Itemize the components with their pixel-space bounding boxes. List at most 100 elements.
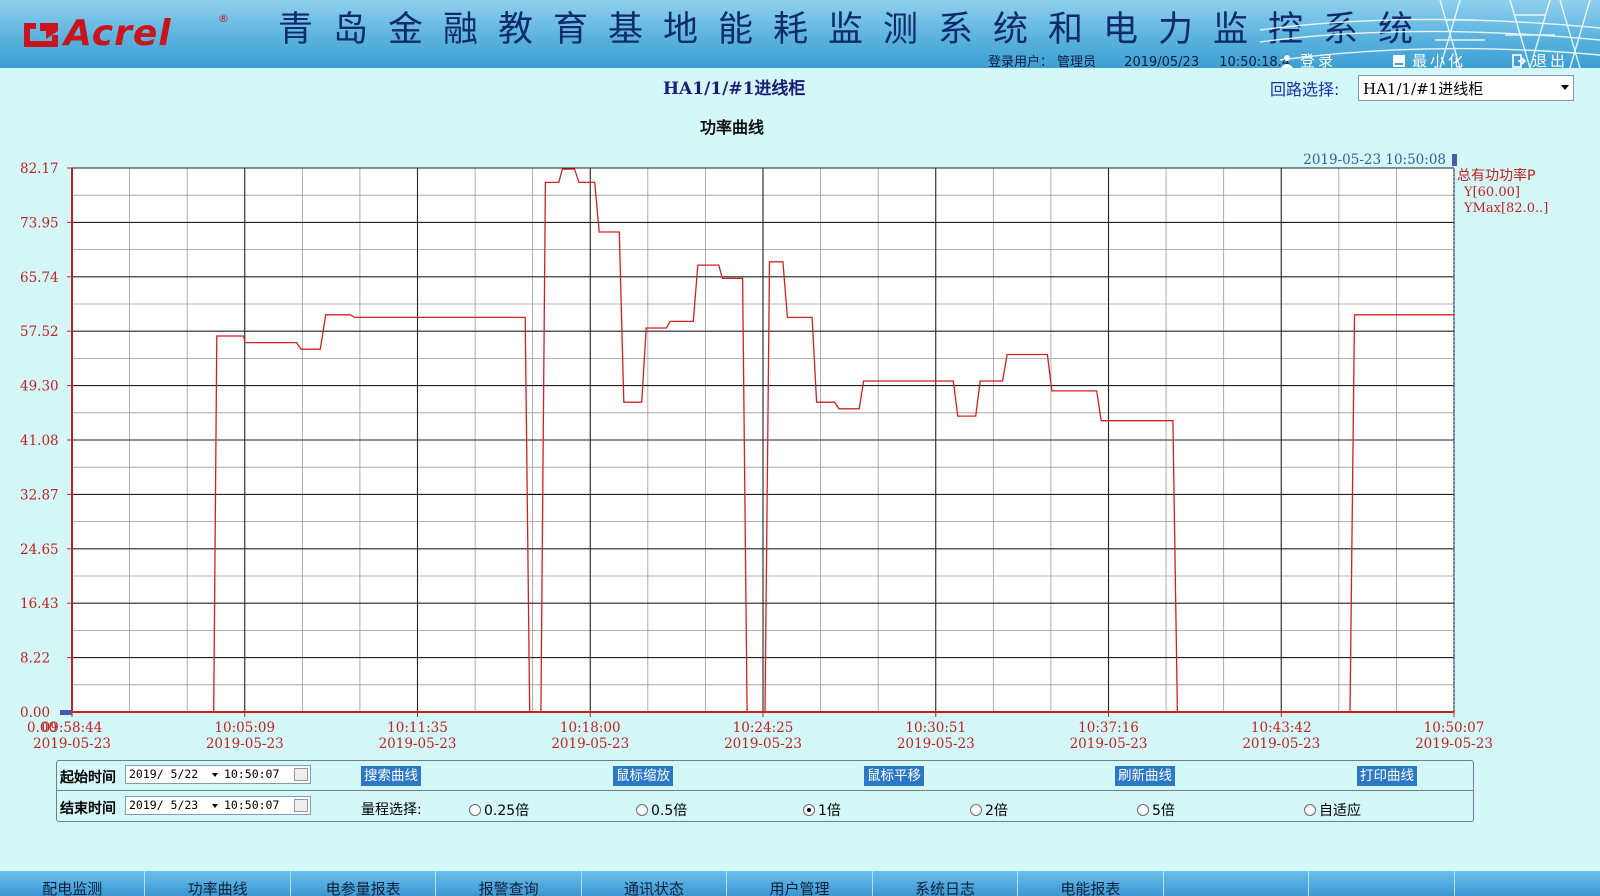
- data-point: [975, 416, 976, 417]
- cursor-handle-icon: [1452, 154, 1457, 166]
- y-tick-label: 32.87: [20, 487, 59, 503]
- end-time-picker[interactable]: 2019/ 5/23 10:50:07: [125, 796, 311, 815]
- data-point: [816, 402, 817, 403]
- data-point: [574, 169, 575, 170]
- minimize-label: 最小化: [1412, 52, 1467, 68]
- registered-mark: ®: [218, 12, 229, 25]
- login-button[interactable]: 登录: [1280, 50, 1336, 68]
- x-tick-date: 2019-05-23: [897, 736, 975, 752]
- minimize-button[interactable]: 最小化: [1392, 50, 1466, 68]
- chevron-down-icon[interactable]: [212, 804, 218, 808]
- data-point: [619, 231, 620, 232]
- login-label: 登录: [1300, 52, 1337, 68]
- data-point: [594, 182, 595, 183]
- range-option-1[interactable]: 1倍: [803, 800, 841, 820]
- loop-select-label: 回路选择:: [1270, 80, 1340, 99]
- data-point: [529, 711, 530, 712]
- x-tick-time: 10:50:07: [1424, 720, 1485, 736]
- data-point: [1381, 314, 1382, 315]
- data-point: [1349, 711, 1350, 712]
- loop-select-value: HA1/1/#1进线柜: [1363, 80, 1484, 98]
- data-point: [669, 321, 670, 322]
- data-point: [859, 408, 860, 409]
- y-axis: 82.17 73.95 65.74 57.52 49.30 41.08 32.87 24.65…: [20, 161, 73, 721]
- refresh-curve-button[interactable]: 刷新曲线: [1115, 766, 1175, 786]
- loop-select[interactable]: HA1/1/#1进线柜: [1358, 75, 1574, 101]
- nav-item-parameter-report[interactable]: 电参量报表: [291, 871, 437, 896]
- acrel-logo-icon: [24, 23, 58, 47]
- data-point: [747, 711, 748, 712]
- range-option-025[interactable]: 0.25倍: [469, 800, 529, 820]
- range-option-5[interactable]: 5倍: [1137, 800, 1175, 820]
- data-point: [325, 314, 326, 315]
- nav-item-empty[interactable]: [1455, 871, 1600, 896]
- data-point: [812, 317, 813, 318]
- nav-item-user-management[interactable]: 用户管理: [727, 871, 873, 896]
- print-curve-button[interactable]: 打印曲线: [1357, 766, 1417, 786]
- data-point: [1453, 314, 1454, 315]
- chevron-down-icon[interactable]: [212, 773, 218, 777]
- nav-item-distribution-monitor[interactable]: 配电监测: [0, 871, 146, 896]
- x-tick-date: 2019-05-23: [379, 736, 457, 752]
- search-curve-button[interactable]: 搜索曲线: [361, 766, 421, 786]
- data-point: [1096, 390, 1097, 391]
- data-point: [545, 182, 546, 183]
- data-point: [1354, 314, 1355, 315]
- exit-icon: [1512, 53, 1526, 68]
- minimize-icon: [1393, 54, 1405, 67]
- app-header: Acrel ® 青岛金融教育基地能耗监测系统和电力监控系统 登录用户： 管理员 2…: [0, 0, 1600, 68]
- nav-item-alarm-query[interactable]: 报警查询: [436, 871, 582, 896]
- nav-item-system-log[interactable]: 系统日志: [873, 871, 1019, 896]
- x-tick-time: 10:05:09: [214, 720, 275, 736]
- exit-button[interactable]: 退出: [1512, 50, 1568, 68]
- radio-icon: [1304, 804, 1316, 816]
- data-point: [562, 169, 563, 170]
- radio-icon: [970, 804, 982, 816]
- data-point: [1376, 314, 1377, 315]
- range-option-05[interactable]: 0.5倍: [636, 800, 687, 820]
- range-option-label: 0.25倍: [484, 803, 530, 819]
- radio-icon: [469, 804, 481, 816]
- cursor-timestamp: 2019-05-23 10:50:08: [1303, 152, 1446, 168]
- radio-icon: [1137, 804, 1149, 816]
- data-point: [787, 317, 788, 318]
- nav-item-energy-report[interactable]: 电能报表: [1018, 871, 1164, 896]
- data-point: [296, 342, 297, 343]
- data-point: [1047, 354, 1048, 355]
- data-point: [1051, 390, 1052, 391]
- data-point: [1002, 380, 1003, 381]
- data-point: [742, 278, 743, 279]
- bottom-nav: 配电监测 功率曲线 电参量报表 报警查询 通讯状态 用户管理 系统日志 电能报表: [0, 871, 1600, 896]
- data-point: [646, 327, 647, 328]
- nav-item-empty[interactable]: [1164, 871, 1310, 896]
- nav-item-power-curve[interactable]: 功率曲线: [145, 871, 291, 896]
- spinner-icon[interactable]: [294, 799, 308, 812]
- data-point: [1101, 420, 1102, 421]
- x-tick-date: 2019-05-23: [551, 736, 629, 752]
- spinner-icon[interactable]: [294, 768, 308, 781]
- x-tick-time: 10:30:51: [905, 720, 966, 736]
- data-point: [1128, 420, 1129, 421]
- range-option-label: 1倍: [818, 803, 841, 819]
- x-tick-date: 2019-05-23: [724, 736, 802, 752]
- start-time-label: 起始时间: [60, 770, 116, 786]
- nav-item-empty[interactable]: [1309, 871, 1455, 896]
- user-info-bar: 登录用户： 管理员 2019/05/23 10:50:18.4: [988, 51, 1306, 68]
- y-tick-label: 0.00: [20, 705, 50, 721]
- end-time-value: 10:50:07: [224, 798, 280, 812]
- x-tick-time: 10:24:25: [733, 720, 794, 736]
- data-point: [769, 261, 770, 262]
- range-option-auto[interactable]: 自适应: [1304, 800, 1361, 820]
- data-point: [953, 380, 954, 381]
- start-date-value: 2019/ 5/22: [129, 767, 199, 781]
- x-tick-time: 10:11:35: [387, 720, 448, 736]
- mouse-zoom-button[interactable]: 鼠标缩放: [613, 766, 673, 786]
- legend-ymax: YMax[82.0..]: [1463, 201, 1548, 216]
- start-time-picker[interactable]: 2019/ 5/22 10:50:07: [125, 765, 311, 784]
- power-curve-chart[interactable]: 82.17 73.95 65.74 57.52 49.30 41.08 32.87 24.65…: [0, 140, 1600, 760]
- range-option-2[interactable]: 2倍: [970, 800, 1008, 820]
- y-tick-label: 49.30: [20, 379, 59, 395]
- mouse-pan-button[interactable]: 鼠标平移: [864, 766, 924, 786]
- y-tick-label: 73.95: [20, 215, 59, 231]
- nav-item-comm-status[interactable]: 通讯状态: [582, 871, 728, 896]
